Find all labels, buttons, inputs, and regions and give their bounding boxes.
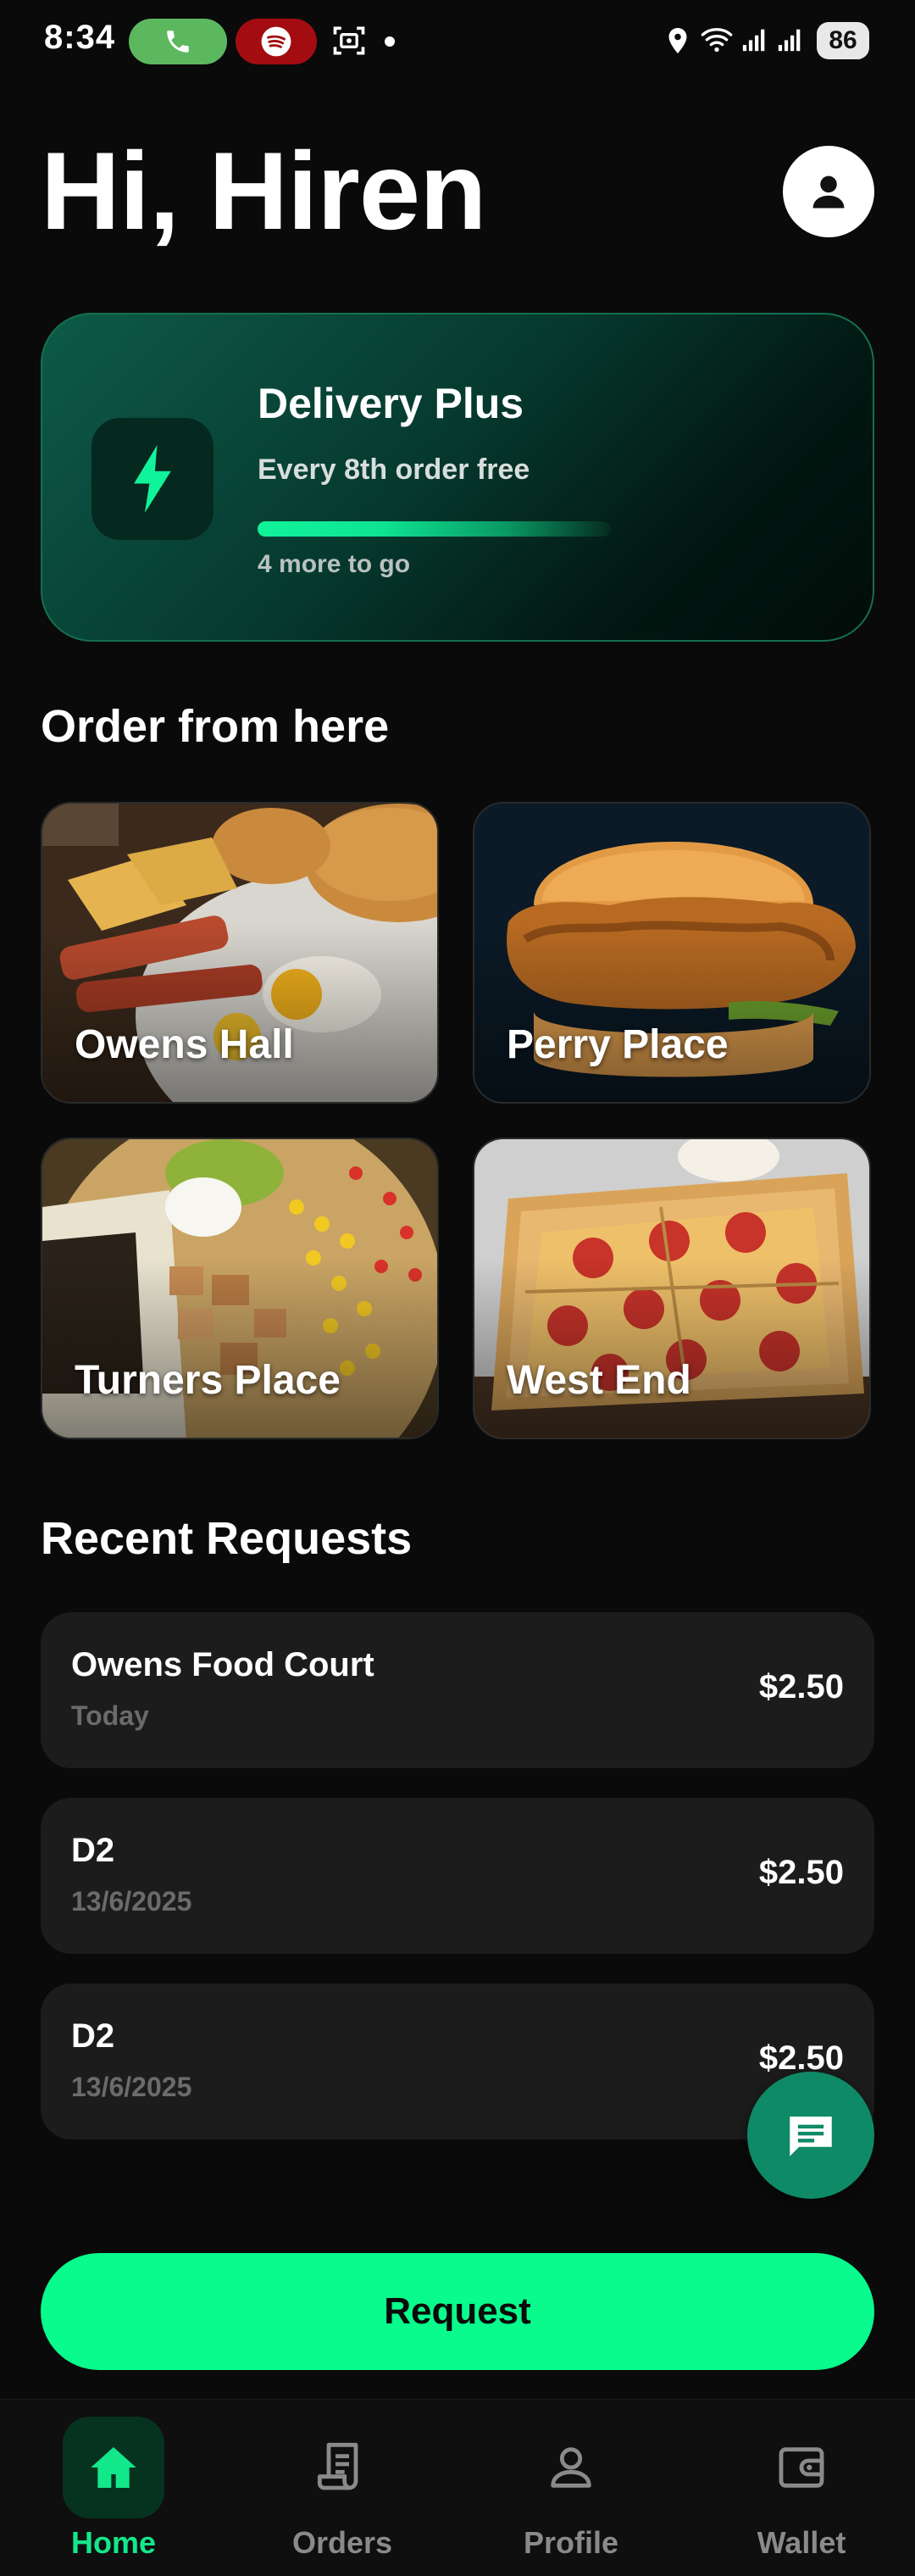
- status-time: 8:34: [44, 19, 116, 56]
- lightning-icon: [134, 445, 171, 513]
- spotify-indicator[interactable]: [236, 19, 317, 64]
- screenshot-icon: [333, 26, 365, 55]
- notification-dot: [385, 36, 395, 47]
- delivery-plus-title: Delivery Plus: [258, 380, 524, 427]
- request-button[interactable]: Request: [41, 2253, 874, 2370]
- nav-wallet[interactable]: Wallet: [717, 2417, 886, 2561]
- nav-wallet-icon-wrap: [751, 2417, 852, 2518]
- nav-label: Wallet: [757, 2525, 846, 2560]
- request-venue: Owens Food Court: [71, 1646, 374, 1683]
- venue-tile-west-end[interactable]: West End: [473, 1138, 871, 1439]
- delivery-plus-subtitle: Every 8th order free: [258, 453, 530, 486]
- tile-shade: [42, 1258, 437, 1438]
- venue-label: Owens Hall: [75, 1022, 294, 1067]
- venue-tile-turners-place[interactable]: Turners Place: [41, 1138, 439, 1439]
- tile-shade: [474, 1258, 869, 1438]
- profile-avatar-button[interactable]: [783, 146, 874, 237]
- nav-home[interactable]: Home: [29, 2417, 198, 2561]
- wifi-icon: [701, 28, 733, 53]
- request-date: Today: [71, 1700, 149, 1731]
- nav-label: Orders: [291, 2525, 393, 2560]
- venue-label: West End: [507, 1358, 691, 1403]
- nav-label: Profile: [523, 2525, 619, 2560]
- chat-icon: [790, 2117, 832, 2156]
- recent-section-title: Recent Requests: [41, 1513, 413, 1564]
- request-item[interactable]: Owens Food Court Today $2.50: [41, 1612, 874, 1768]
- receipt-icon: [317, 2442, 358, 2490]
- delivery-plus-progress-bar: [258, 521, 610, 537]
- signal-icon: [742, 29, 765, 52]
- signal-icon-2: [778, 29, 801, 52]
- ongoing-call-indicator[interactable]: [129, 19, 227, 64]
- bottom-navigation: Home Orders Profile Wallet: [0, 2399, 915, 2576]
- delivery-plus-card[interactable]: Delivery Plus Every 8th order free 4 mor…: [41, 313, 874, 642]
- location-icon: [668, 28, 687, 53]
- nav-home-icon-wrap: [63, 2417, 164, 2518]
- order-section-title: Order from here: [41, 701, 390, 752]
- venue-label: Turners Place: [75, 1358, 341, 1403]
- tile-shade: [42, 922, 437, 1102]
- status-bar: 8:34 86: [0, 0, 915, 85]
- request-venue: D2: [71, 2017, 115, 2055]
- venue-tile-owens-hall[interactable]: Owens Hall: [41, 802, 439, 1104]
- tile-shade: [474, 922, 869, 1102]
- home-icon: [91, 2447, 136, 2488]
- greeting-title: Hi, Hiren: [41, 129, 487, 253]
- request-date: 13/6/2025: [71, 1886, 192, 1917]
- person-icon: [812, 175, 845, 209]
- person-outline-icon: [551, 2447, 591, 2488]
- request-date: 13/6/2025: [71, 2072, 192, 2102]
- bolt-badge: [92, 418, 214, 540]
- spotify-icon: [261, 26, 291, 57]
- phone-icon: [167, 31, 189, 53]
- nav-profile-icon-wrap: [520, 2417, 622, 2518]
- nav-orders[interactable]: Orders: [258, 2417, 427, 2561]
- request-price: $2.50: [758, 1668, 844, 1705]
- delivery-plus-remaining: 4 more to go: [258, 550, 411, 578]
- request-venue: D2: [71, 1832, 115, 1869]
- chat-fab-button[interactable]: [747, 2072, 874, 2199]
- wallet-icon: [779, 2447, 824, 2488]
- venue-label: Perry Place: [507, 1022, 729, 1067]
- venue-tile-perry-place[interactable]: Perry Place: [473, 802, 871, 1104]
- nav-orders-icon-wrap: [291, 2417, 393, 2518]
- request-item[interactable]: D2 13/6/2025 $2.50: [41, 1798, 874, 1954]
- request-price: $2.50: [758, 1854, 844, 1891]
- battery-indicator: 86: [817, 22, 869, 59]
- nav-profile[interactable]: Profile: [486, 2417, 656, 2561]
- nav-label: Home: [70, 2525, 157, 2560]
